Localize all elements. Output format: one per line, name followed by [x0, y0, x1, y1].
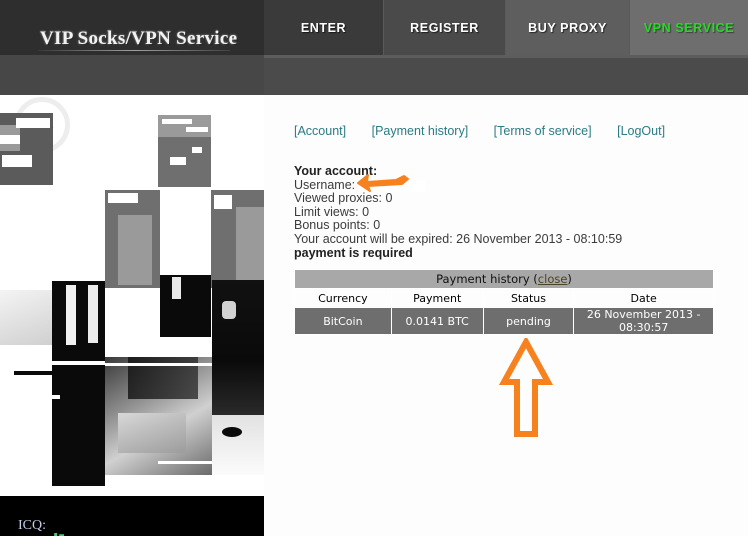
- username-label: Username:: [294, 177, 356, 192]
- column-header-date: Date: [573, 288, 714, 308]
- link-terms-of-service[interactable]: [Terms of service]: [494, 124, 592, 138]
- collage-tile-hand: [222, 301, 236, 319]
- cell-status: pending: [482, 307, 575, 335]
- collage-tile-map-land: [214, 195, 232, 209]
- payment-required-notice: payment is required: [294, 245, 413, 260]
- nav-tab-register[interactable]: REGISTER: [384, 0, 506, 55]
- collage-tile-map-land: [170, 157, 186, 165]
- link-logout[interactable]: [LogOut]: [617, 124, 665, 138]
- account-heading: Your account:: [294, 164, 378, 178]
- collage-tile-person-suit: [52, 426, 105, 486]
- collage-tile-tie: [66, 285, 76, 345]
- collage-tile-map-land: [192, 147, 202, 153]
- collage-tile-gap: [52, 395, 60, 399]
- nav-tab-buy-proxy[interactable]: BUY PROXY: [506, 0, 630, 55]
- logo-cell[interactable]: VIP Socks/VPN Service: [0, 0, 264, 55]
- collage-tile-map: [236, 207, 264, 285]
- account-expiry: Your account will be expired: 26 Novembe…: [294, 231, 623, 246]
- logo-underline: [38, 50, 230, 51]
- header-subbar: [0, 55, 748, 95]
- link-account[interactable]: [Account]: [294, 124, 346, 138]
- column-header-payment: Payment: [390, 288, 484, 308]
- column-header-status: Status: [482, 288, 575, 308]
- collage-tile-map: [118, 215, 152, 285]
- main-content: [Account] [Payment history] [Terms of se…: [264, 95, 748, 536]
- cell-payment: 0.0141 BTC: [390, 307, 484, 335]
- collage-tile-gap: [105, 363, 212, 366]
- collage-tile-gap: [14, 371, 52, 375]
- collage-tile-shoe: [222, 427, 242, 437]
- payment-history-title: Payment history: [436, 272, 530, 286]
- collage-tile-map-land: [2, 155, 32, 167]
- account-bonus-points: Bonus points: 0: [294, 218, 381, 233]
- table-row: BitCoin 0.0141 BTC pending 26 November 2…: [294, 307, 714, 335]
- icq-label: ICQ:: [18, 518, 46, 533]
- collage-tile-shirt: [172, 277, 181, 299]
- column-header-currency: Currency: [294, 288, 392, 308]
- link-payment-history[interactable]: [Payment history]: [372, 124, 469, 138]
- account-summary: Your account: Username: Viewed proxies: …: [294, 164, 623, 260]
- nav-tab-enter[interactable]: ENTER: [264, 0, 384, 55]
- collage-tile-arm: [118, 413, 186, 453]
- sidebar-image-collage: [0, 95, 264, 536]
- account-username-row: Username:: [294, 177, 622, 193]
- collage-tile-person-suit: [212, 280, 264, 415]
- collage-tile-person: [0, 290, 52, 346]
- collage-tile-map-land: [0, 135, 20, 144]
- account-nav-links: [Account] [Payment history] [Terms of se…: [294, 124, 687, 138]
- collage-tile-gap: [0, 345, 52, 435]
- collage-tile-map-land: [108, 193, 138, 203]
- collage-tile-gap: [52, 361, 105, 365]
- collage-tile-shirt: [88, 285, 98, 343]
- header-subbar-left: [0, 55, 264, 95]
- username-value-redacted: [358, 180, 425, 192]
- collage-tile-map-land: [186, 127, 208, 132]
- site-header: VIP Socks/VPN Service ENTER REGISTER BUY…: [0, 0, 748, 55]
- paren-close: ): [567, 272, 572, 286]
- collage-tile-map-land: [16, 118, 50, 128]
- cell-currency: BitCoin: [294, 307, 392, 335]
- nav-tab-vpn-service[interactable]: VPN SERVICE: [630, 0, 748, 55]
- collage-tile-map-land: [162, 119, 192, 124]
- site-logo: VIP Socks/VPN Service: [40, 28, 238, 49]
- collage-tile-person-suit: [160, 275, 211, 337]
- header-subbar-highlight: [264, 55, 748, 58]
- account-viewed-proxies: Viewed proxies: 0: [294, 191, 393, 206]
- payment-history-title-bar: Payment history (close): [294, 269, 714, 289]
- cell-date: 26 November 2013 - 08:30:57: [573, 307, 714, 335]
- payment-history-table: Payment history (close) Currency Payment…: [294, 269, 714, 335]
- page-root: VIP Socks/VPN Service ENTER REGISTER BUY…: [0, 0, 748, 536]
- close-table-link[interactable]: close: [538, 272, 568, 286]
- account-limit-views: Limit views: 0: [294, 204, 370, 219]
